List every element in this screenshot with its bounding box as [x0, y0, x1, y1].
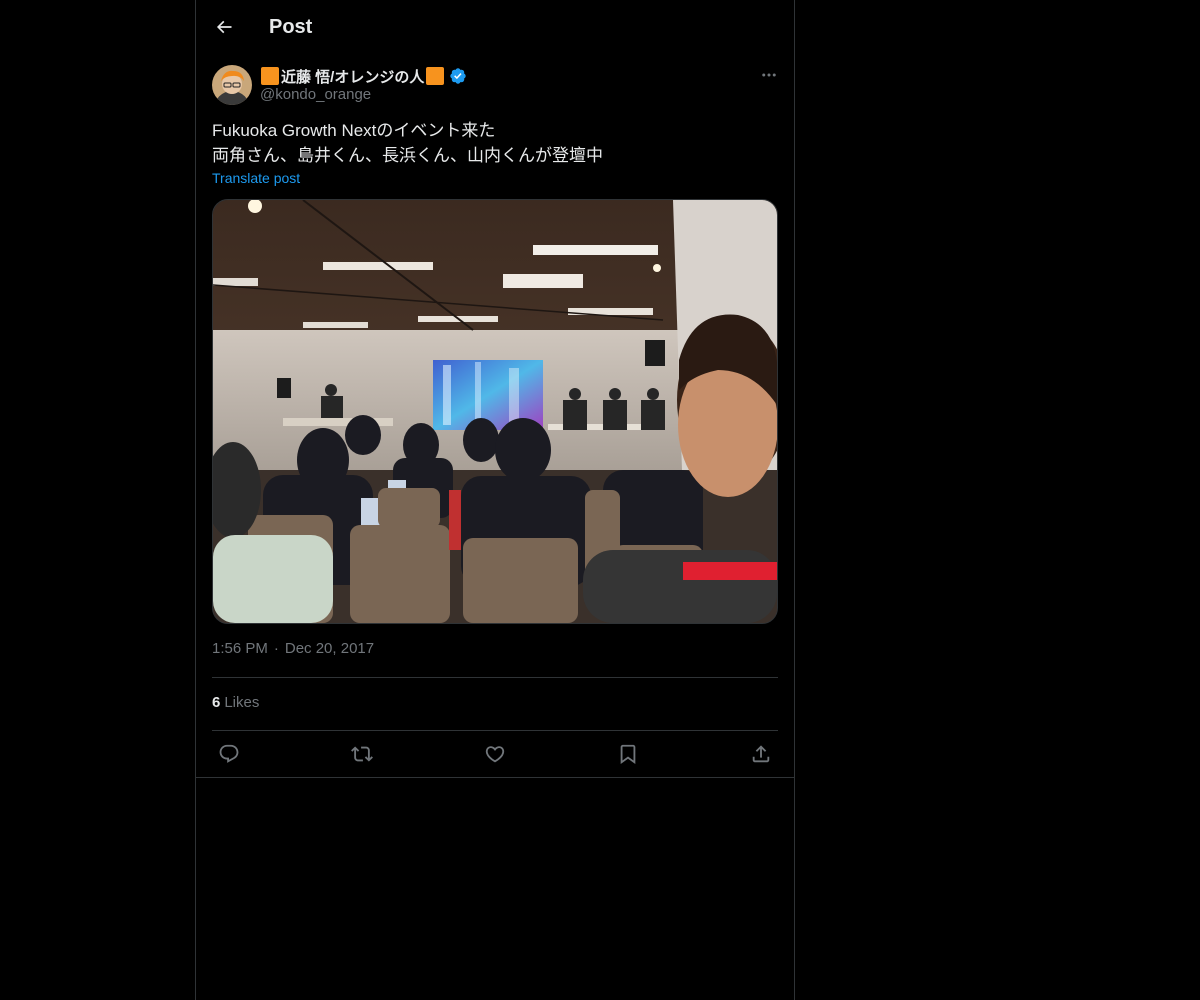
- post-photo[interactable]: [212, 199, 778, 624]
- likes-label: Likes: [224, 694, 260, 711]
- divider: [212, 730, 778, 731]
- arrow-left-icon: [216, 20, 232, 34]
- translate-post-link[interactable]: Translate post: [212, 170, 300, 186]
- orange-square-emoji: [261, 67, 279, 85]
- repost-icon: [351, 746, 373, 762]
- author-name-line[interactable]: 近藤 悟/オレンジの人: [260, 65, 467, 87]
- post-text-line: Fukuoka Growth Nextのイベント来た: [212, 121, 496, 140]
- reply-button[interactable]: [212, 740, 246, 768]
- back-button[interactable]: [208, 11, 240, 43]
- bookmark-icon: [620, 744, 636, 765]
- likes-count: 6: [212, 694, 221, 711]
- meta-separator: ·: [273, 640, 279, 657]
- avatar-image: [212, 65, 252, 105]
- avatar[interactable]: [212, 65, 252, 105]
- author-handle[interactable]: @kondo_orange: [260, 86, 371, 103]
- share-icon: [752, 745, 770, 763]
- primary-column: Post 近藤 悟/オレンジの人 @kondo_orange Fukuoka G…: [195, 0, 795, 1000]
- bookmark-button[interactable]: [611, 740, 645, 768]
- verified-badge-icon[interactable]: [449, 67, 467, 85]
- like-button[interactable]: [478, 740, 512, 768]
- page-title: Post: [269, 16, 313, 38]
- more-horizontal-icon: [762, 73, 776, 77]
- repost-button[interactable]: [345, 740, 379, 768]
- reply-icon: [219, 744, 239, 763]
- post-text: Fukuoka Growth Nextのイベント来た 両角さん、島井くん、長浜く…: [212, 118, 778, 168]
- likes-stat[interactable]: 6 Likes: [212, 694, 259, 711]
- more-options-button[interactable]: [746, 64, 778, 86]
- post-timestamp[interactable]: 1:56 PM · Dec 20, 2017: [212, 640, 374, 657]
- post-date: Dec 20, 2017: [284, 640, 375, 657]
- share-button[interactable]: [744, 740, 778, 768]
- page-header: Post: [196, 0, 794, 54]
- orange-square-emoji: [426, 67, 445, 85]
- heart-icon: [485, 746, 505, 763]
- author-display-name[interactable]: 近藤 悟/オレンジの人: [281, 66, 424, 87]
- post-author: 近藤 悟/オレンジの人 @kondo_orange: [212, 64, 778, 108]
- divider: [196, 777, 794, 778]
- post-text-line: 両角さん、島井くん、長浜くん、山内くんが登壇中: [212, 146, 603, 165]
- photo-event-panel-image: [213, 200, 777, 623]
- post-time: 1:56 PM: [212, 640, 268, 657]
- divider: [212, 677, 778, 678]
- post-actions: [212, 740, 778, 768]
